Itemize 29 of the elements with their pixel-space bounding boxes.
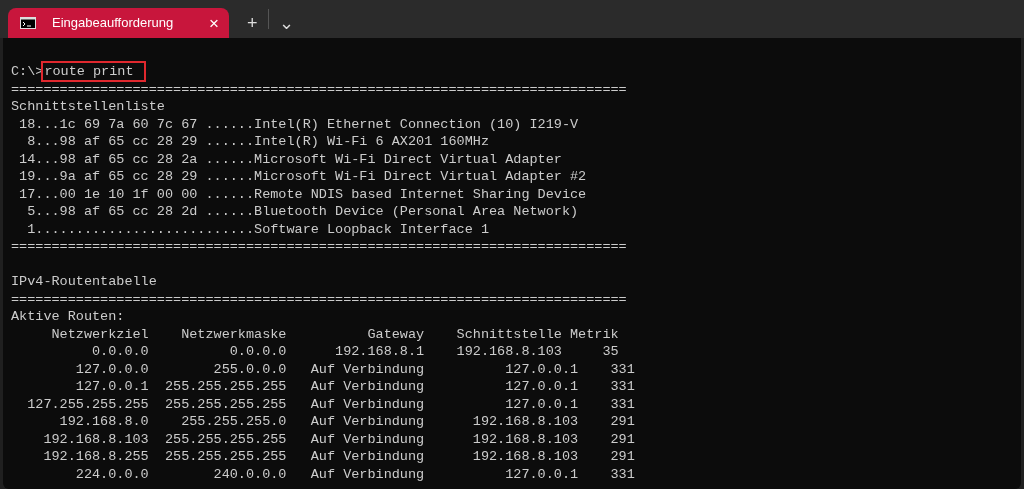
terminal-line: ============================================================================ bbox=[11, 238, 628, 256]
new-tab-button[interactable]: + bbox=[237, 8, 268, 38]
terminal-line: 127.0.0.1 255.255.255.255 Auf Verbindung 127.0.0.1 331 bbox=[74, 378, 636, 396]
terminal-line: 19...9a af 65 cc 28 29 ......Microsoft Wi-Fi Direct Virtual Adapter #2 bbox=[18, 168, 588, 186]
command-prompt-icon bbox=[20, 17, 36, 29]
terminal-line: ============================================================================ bbox=[11, 290, 628, 308]
terminal-line: Aktive Routen: bbox=[11, 308, 126, 326]
dropdown-button[interactable]: ⌄ bbox=[268, 8, 304, 38]
terminal-line: Schnittstellenliste bbox=[11, 98, 166, 116]
terminal-line: 14...98 af 65 cc 28 2a ......Microsoft Wi-Fi Direct Virtual Adapter bbox=[18, 150, 563, 168]
terminal-line: 5...98 af 65 cc 28 2d ......Bluetooth Device (Personal Area Network) bbox=[26, 203, 580, 221]
command-text: route print bbox=[43, 63, 144, 80]
terminal-line: 192.168.8.255 255.255.255.255 Auf Verbindung 192.168.8.103 291 bbox=[42, 448, 636, 466]
terminal-line: 0.0.0.0 0.0.0.0 192.168.8.1 192.168.8.103 35 bbox=[91, 343, 620, 361]
terminal-line: 18...1c 69 7a 60 7c 67 ......Intel(R) Ethernet Connection (10) I219-V bbox=[18, 115, 580, 133]
terminal-line: ============================================================================ bbox=[11, 80, 628, 98]
terminal-line: IPv4-Routentabelle bbox=[11, 273, 158, 291]
terminal-tab[interactable]: Eingabeaufforderung × bbox=[8, 8, 229, 38]
terminal-line: 192.168.8.0 255.255.255.0 Auf Verbindung 192.168.8.103 291 bbox=[58, 413, 636, 431]
terminal-line: 17...00 1e 10 1f 00 00 ......Remote NDIS based Internet Sharing Device bbox=[18, 185, 588, 203]
terminal-line: 1...........................Software Loopback Interface 1 bbox=[26, 220, 490, 238]
terminal-line: 192.168.8.103 255.255.255.255 Auf Verbindung 192.168.8.103 291 bbox=[42, 430, 636, 448]
terminal-line: 224.0.0.0 240.0.0.0 Auf Verbindung 127.0.0.1 331 bbox=[74, 465, 636, 483]
terminal-line: 127.0.0.0 255.0.0.0 Auf Verbindung 127.0.0.1 331 bbox=[74, 360, 636, 378]
tab-title: Eingabeaufforderung bbox=[52, 14, 175, 33]
close-icon[interactable]: × bbox=[209, 14, 219, 32]
terminal-line: 8...98 af 65 cc 28 29 ......Intel(R) Wi-Fi 6 AX201 160MHz bbox=[26, 133, 490, 151]
terminal-line: Netzwerkziel Netzwerkmaske Gateway Schnittstelle Metrik bbox=[50, 325, 620, 343]
terminal-line: 127.255.255.255 255.255.255.255 Auf Verbindung 127.0.0.1 331 bbox=[26, 395, 636, 413]
